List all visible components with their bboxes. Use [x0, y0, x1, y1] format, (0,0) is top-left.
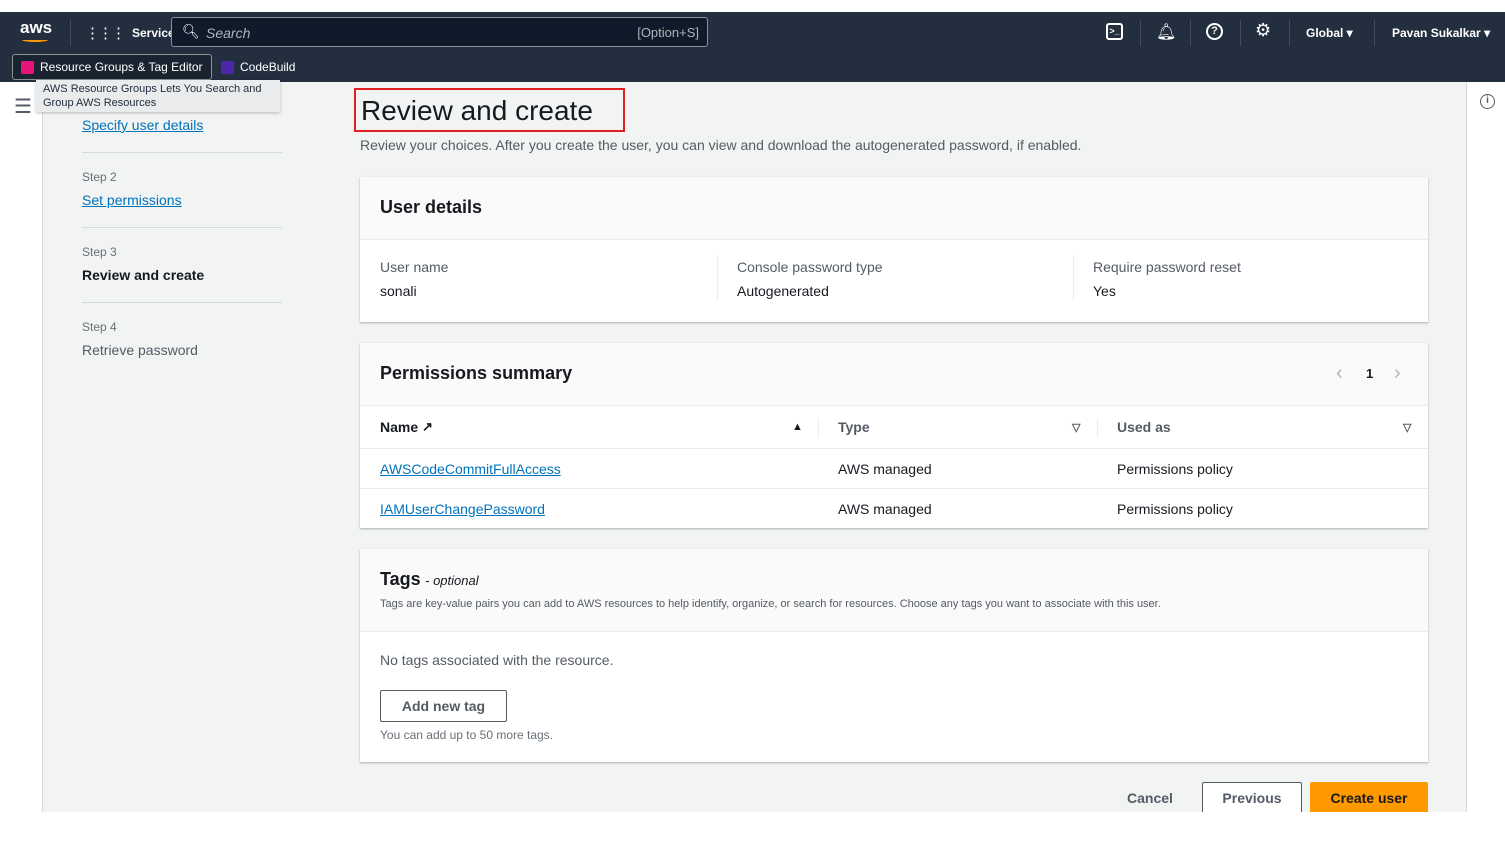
bell-icon[interactable]: 🔔︎: [1156, 22, 1176, 42]
column-used-as[interactable]: Used as: [1117, 406, 1171, 448]
previous-page-icon[interactable]: ‹: [1336, 362, 1343, 385]
column-type[interactable]: Type: [838, 406, 870, 448]
policy-link[interactable]: AWSCodeCommitFullAccess: [380, 461, 561, 477]
info-icon[interactable]: i: [1480, 94, 1495, 109]
external-link-icon: ↗: [422, 419, 433, 434]
current-page[interactable]: 1: [1366, 366, 1373, 381]
search-icon: 🔍︎: [182, 23, 200, 39]
services-button[interactable]: ⋮⋮⋮ Services: [85, 24, 181, 42]
aws-logo-smile-icon: [22, 38, 48, 42]
table-header: Name ↗ ▲ Type ▽ Used as ▽: [360, 406, 1428, 448]
favorite-codebuild[interactable]: CodeBuild: [213, 54, 303, 80]
resource-groups-icon: [21, 60, 34, 74]
step-1-link[interactable]: Specify user details: [82, 117, 203, 133]
sort-ascending-icon[interactable]: ▲: [792, 406, 803, 448]
hamburger-menu-icon[interactable]: ☰: [14, 94, 32, 119]
step-2-link[interactable]: Set permissions: [82, 192, 182, 208]
codebuild-icon: [221, 60, 234, 74]
grid-icon: ⋮⋮⋮: [85, 25, 126, 42]
favorite-resource-groups[interactable]: Resource Groups & Tag Editor: [12, 54, 212, 80]
table-row: IAMUserChangePassword AWS managed Permis…: [360, 488, 1428, 528]
table-row: AWSCodeCommitFullAccess AWS managed Perm…: [360, 448, 1428, 488]
column-name[interactable]: Name ↗: [380, 406, 433, 448]
sort-icon[interactable]: ▽: [1403, 406, 1411, 448]
field-user-name: User name sonali: [380, 259, 449, 299]
create-user-button[interactable]: Create user: [1310, 782, 1428, 814]
field-console-password-type: Console password type Autogenerated: [737, 259, 883, 299]
cloudshell-icon[interactable]: >_: [1106, 23, 1123, 40]
user-menu[interactable]: Pavan Sukalkar ▾: [1392, 26, 1490, 40]
aws-logo[interactable]: aws: [20, 18, 52, 38]
add-new-tag-button[interactable]: Add new tag: [380, 690, 507, 722]
previous-button[interactable]: Previous: [1202, 782, 1302, 814]
top-navigation: aws ⋮⋮⋮ Services 🔍︎ Search [Option+S] >_…: [0, 12, 1505, 82]
tags-card: Tags - optional Tags are key-value pairs…: [360, 549, 1428, 762]
field-require-password-reset: Require password reset Yes: [1093, 259, 1241, 299]
cancel-button[interactable]: Cancel: [1112, 782, 1188, 814]
sort-icon[interactable]: ▽: [1072, 406, 1080, 448]
tooltip: AWS Resource Groups Lets You Search and …: [36, 80, 280, 112]
policy-link[interactable]: IAMUserChangePassword: [380, 501, 545, 517]
step-3-current: Review and create: [82, 267, 205, 283]
help-icon[interactable]: ?: [1206, 23, 1223, 40]
step-4-disabled: Retrieve password: [82, 342, 198, 358]
page-title: Review and create: [361, 95, 593, 126]
search-input[interactable]: 🔍︎ Search [Option+S]: [171, 17, 708, 47]
permissions-summary-card: Permissions summary ‹ 1 › Name ↗ ▲ Type …: [360, 343, 1428, 528]
gear-icon[interactable]: ⚙: [1255, 20, 1271, 41]
region-selector[interactable]: Global ▾: [1306, 26, 1353, 40]
next-page-icon[interactable]: ›: [1394, 362, 1401, 385]
page-description: Review your choices. After you create th…: [360, 137, 1082, 153]
user-details-card: User details User name sonali Console pas…: [360, 177, 1428, 322]
